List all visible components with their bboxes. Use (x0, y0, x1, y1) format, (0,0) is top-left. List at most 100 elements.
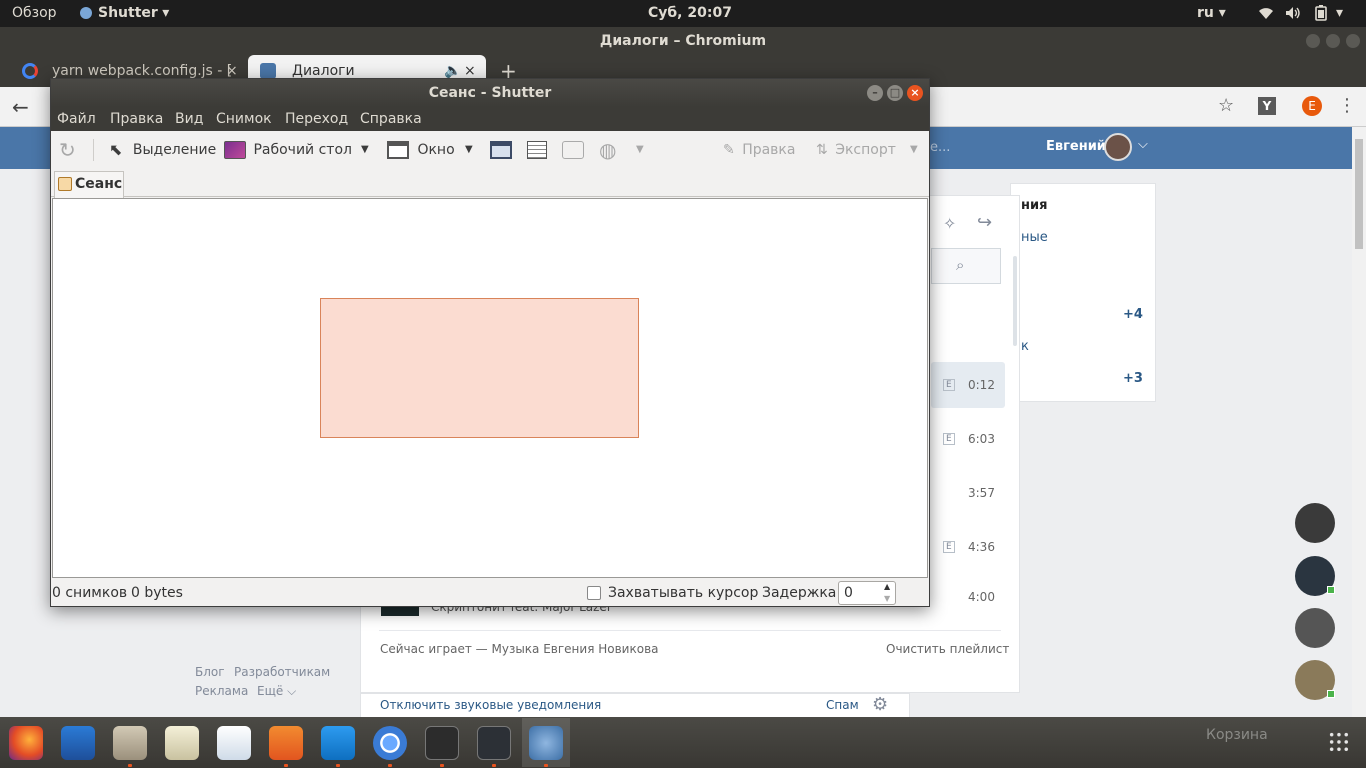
track-row[interactable]: E 0:12 (941, 376, 1001, 396)
spam-link[interactable]: Спам (826, 698, 859, 712)
chat-avatar[interactable] (1295, 608, 1335, 648)
trash-label[interactable]: Корзина (1206, 727, 1268, 743)
track-row[interactable]: E 4:36 (941, 538, 1001, 558)
export-button[interactable]: ⇅ Экспорт (816, 131, 896, 169)
show-apps-grid-icon[interactable] (1328, 731, 1350, 753)
document-viewer-icon[interactable] (217, 726, 251, 760)
capture-cursor-checkbox[interactable] (587, 586, 601, 600)
track-row[interactable]: E 6:03 (941, 430, 1001, 450)
keyboard-layout-indicator[interactable]: ru ▾ (1197, 0, 1226, 27)
back-button[interactable]: ← (12, 95, 29, 119)
footer-blog-link[interactable]: Блог (195, 665, 225, 679)
shutter-window: Сеанс - Shutter – □ × Файл Правка Вид Сн… (50, 78, 930, 607)
google-icon (22, 63, 38, 79)
clock[interactable]: Суб, 20:07 (648, 0, 732, 27)
running-indicator (128, 764, 132, 767)
shutter-title-bar[interactable]: Сеанс - Shutter – □ × (51, 79, 929, 107)
export-dropdown-arrow-icon[interactable]: ▼ (910, 131, 918, 169)
close-icon[interactable] (1346, 34, 1360, 48)
track-row[interactable]: 3:57 (941, 484, 1001, 504)
software-center-icon[interactable] (269, 726, 303, 760)
menu-capture-icon[interactable] (527, 131, 547, 169)
vk-user-avatar[interactable] (1104, 133, 1132, 161)
desktop-button[interactable]: Рабочий стол (224, 131, 352, 169)
chromium-title-bar: Диалоги – Chromium (0, 27, 1366, 55)
edit-button[interactable]: ✎ Правка (723, 131, 795, 169)
web-dropdown-arrow-icon[interactable]: ▼ (636, 131, 644, 169)
delay-spinbutton[interactable]: 0 ▲ ▼ (838, 581, 896, 605)
maximize-icon[interactable]: □ (887, 85, 903, 101)
chat-avatar[interactable] (1295, 556, 1335, 596)
music-search-box[interactable]: ⌕ (931, 248, 1001, 284)
menu-file[interactable]: Файл (57, 107, 96, 131)
scroll-thumb[interactable] (1013, 256, 1017, 346)
right-menu-item[interactable]: ные (1021, 230, 1048, 245)
activities-button[interactable]: Обзор (12, 0, 57, 27)
tab-session[interactable]: Сеанс (54, 171, 124, 198)
vk-search-hint: е... (930, 140, 951, 155)
chat-avatar[interactable] (1295, 660, 1335, 700)
system-monitor-icon[interactable] (477, 726, 511, 760)
capture-cursor-label[interactable]: Захватывать курсор (608, 579, 758, 607)
magic-wand-icon[interactable]: ✧ (943, 214, 956, 233)
chromium-icon[interactable] (373, 726, 407, 760)
right-menu-item[interactable]: к (1021, 339, 1029, 354)
menu-screenshot[interactable]: Снимок (216, 107, 272, 131)
footer-developers-link[interactable]: Разработчикам (234, 665, 330, 679)
menu-go[interactable]: Переход (285, 107, 348, 131)
battery-icon[interactable] (1314, 0, 1328, 27)
now-playing-label[interactable]: Сейчас играет — Музыка Евгения Новикова (380, 642, 659, 656)
vk-right-menu: ния ные +4 к +3 (1010, 183, 1156, 402)
firefox-icon[interactable] (9, 726, 43, 760)
decrement-arrow-icon[interactable]: ▼ (884, 585, 890, 613)
footer-ads-link[interactable]: Реклама (195, 684, 248, 698)
window-section-icon[interactable] (490, 131, 512, 169)
menu-view[interactable]: Вид (175, 107, 203, 131)
screenshot-count: 0 снимков (52, 585, 128, 601)
track-duration: 6:03 (968, 432, 995, 446)
rhythmbox-icon[interactable] (165, 726, 199, 760)
terminal-icon[interactable] (425, 726, 459, 760)
gear-icon[interactable]: ⚙ (872, 694, 888, 715)
window-button[interactable]: Окно (387, 131, 455, 169)
scrollbar-thumb[interactable] (1355, 139, 1363, 249)
edit-icon: ✎ (723, 142, 735, 158)
wifi-icon[interactable] (1258, 0, 1274, 27)
profile-avatar[interactable]: E (1302, 96, 1322, 116)
system-menu-caret-icon[interactable]: ▾ (1336, 0, 1343, 27)
files-icon[interactable] (113, 726, 147, 760)
shutter-icon[interactable] (529, 726, 563, 760)
menu-dots-icon[interactable]: ⋮ (1338, 95, 1356, 116)
toolbar-separator (93, 139, 94, 161)
menu-help[interactable]: Справка (360, 107, 422, 131)
app-menu-button[interactable]: Shutter ▾ (80, 0, 169, 27)
menu-edit[interactable]: Правка (110, 107, 163, 131)
web-capture-icon[interactable]: ◍ (599, 131, 616, 169)
chevron-down-icon[interactable]: ⌵ (1138, 137, 1148, 152)
disable-sounds-link[interactable]: Отключить звуковые уведомления (380, 698, 601, 712)
redo-capture-icon[interactable]: ↻ (59, 131, 76, 169)
selection-button[interactable]: ⬉ Выделение (109, 131, 216, 169)
share-icon[interactable]: ↪ (977, 212, 992, 233)
bookmark-star-icon[interactable]: ☆ (1218, 95, 1234, 116)
yandex-extension-icon[interactable]: Y (1258, 97, 1276, 115)
tooltip-capture-icon[interactable] (562, 131, 584, 169)
dock: Корзина (0, 717, 1366, 768)
minimize-icon[interactable] (1306, 34, 1320, 48)
window-dropdown-arrow-icon[interactable]: ▼ (465, 131, 473, 169)
shutter-tab-bar: Сеанс (51, 169, 929, 198)
session-canvas[interactable] (52, 198, 928, 578)
vk-user-name[interactable]: Евгений (1046, 139, 1106, 154)
page-scrollbar[interactable] (1352, 127, 1366, 717)
selection-label: Выделение (132, 142, 217, 158)
footer-more-link[interactable]: Ещё ⌵ (257, 684, 296, 699)
thunderbird-icon[interactable] (61, 726, 95, 760)
chat-avatar[interactable] (1295, 503, 1335, 543)
maximize-icon[interactable] (1326, 34, 1340, 48)
clear-playlist-link[interactable]: Очистить плейлист (886, 642, 1009, 656)
minimize-icon[interactable]: – (867, 85, 883, 101)
desktop-dropdown-arrow-icon[interactable]: ▼ (361, 131, 369, 169)
volume-icon[interactable] (1285, 0, 1301, 27)
close-icon[interactable]: × (907, 85, 923, 101)
vscode-icon[interactable] (321, 726, 355, 760)
